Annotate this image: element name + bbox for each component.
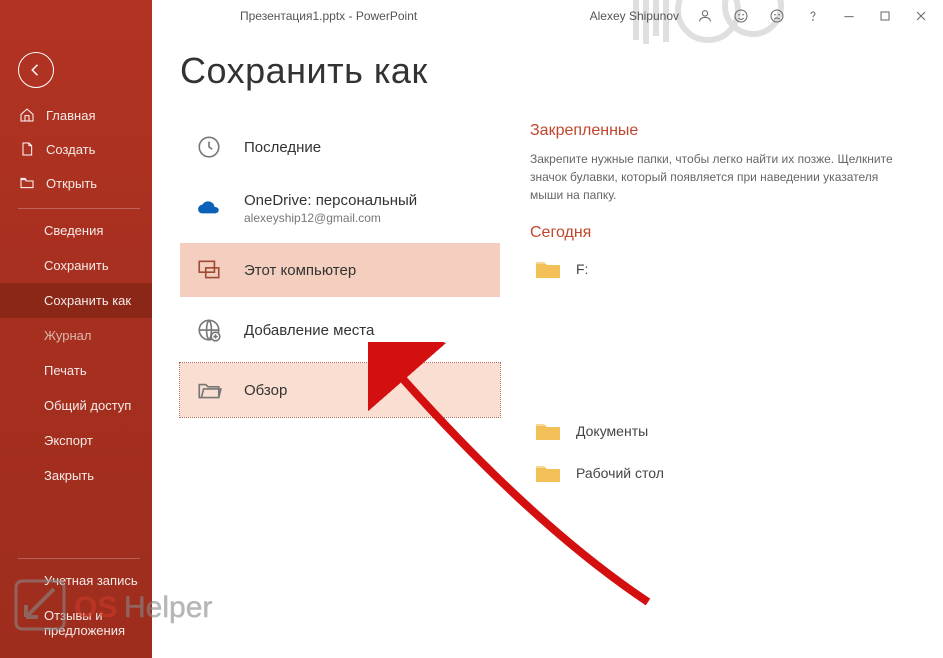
location-recent[interactable]: Последние (180, 120, 500, 174)
folder-label: Рабочий стол (576, 465, 664, 481)
sidebar-item-save[interactable]: Сохранить (0, 248, 152, 283)
sidebar-item-info[interactable]: Сведения (0, 213, 152, 248)
help-icon[interactable] (799, 2, 827, 30)
page-title: Сохранить как (180, 50, 919, 92)
sidebar-item-new[interactable]: Создать (0, 132, 152, 166)
location-this-pc[interactable]: Этот компьютер (180, 243, 500, 297)
folders-column: Закрепленные Закрепите нужные папки, что… (530, 120, 919, 498)
sidebar-item-export[interactable]: Экспорт (0, 423, 152, 458)
location-add-place[interactable]: Добавление места (180, 303, 500, 357)
sidebar-item-label: Открыть (46, 176, 97, 191)
sidebar-item-feedback[interactable]: Отзывы и предложения (0, 598, 152, 648)
location-label: OneDrive: персональный (244, 192, 417, 209)
sidebar-item-close[interactable]: Закрыть (0, 458, 152, 493)
home-icon (18, 106, 36, 124)
location-sublabel: alexeyship12@gmail.com (244, 211, 417, 225)
back-button[interactable] (18, 52, 54, 88)
browse-folder-icon (194, 375, 224, 405)
sidebar-item-label: Создать (46, 142, 95, 157)
onedrive-icon (194, 194, 224, 224)
main-area: Сохранить как Последние OneDrive: персон… (152, 34, 943, 658)
sidebar-item-home[interactable]: Главная (0, 98, 152, 132)
folder-icon (534, 258, 562, 280)
sidebar-divider (18, 208, 140, 209)
close-icon[interactable] (907, 2, 935, 30)
folder-icon (534, 420, 562, 442)
clock-icon (194, 132, 224, 162)
backstage-sidebar: Главная Создать Открыть Сведения Сохрани… (0, 0, 152, 658)
folder-label: Документы (576, 423, 648, 439)
location-label: Последние (244, 139, 321, 156)
sidebar-item-print[interactable]: Печать (0, 353, 152, 388)
maximize-icon[interactable] (871, 2, 899, 30)
folder-item[interactable]: Документы (530, 414, 919, 448)
pinned-desc: Закрепите нужные папки, чтобы легко найт… (530, 150, 900, 204)
minimize-icon[interactable] (835, 2, 863, 30)
today-title: Сегодня (530, 224, 919, 242)
folder-item[interactable]: F: (530, 252, 919, 286)
sidebar-item-share[interactable]: Общий доступ (0, 388, 152, 423)
sidebar-item-open[interactable]: Открыть (0, 166, 152, 200)
open-icon (18, 174, 36, 192)
folder-icon (534, 462, 562, 484)
window-title: Презентация1.pptx - PowerPoint (240, 9, 417, 23)
folder-label: F: (576, 261, 588, 277)
account-icon[interactable] (691, 2, 719, 30)
pinned-title: Закрепленные (530, 122, 919, 140)
locations-column: Последние OneDrive: персональный alexeys… (180, 120, 500, 498)
new-icon (18, 140, 36, 158)
location-onedrive[interactable]: OneDrive: персональный alexeyship12@gmai… (180, 180, 500, 237)
sidebar-item-account[interactable]: Учетная запись (0, 563, 152, 598)
frown-icon[interactable] (763, 2, 791, 30)
this-pc-icon (194, 255, 224, 285)
sidebar-item-label: Главная (46, 108, 95, 123)
sidebar-item-history[interactable]: Журнал (0, 318, 152, 353)
user-name: Alexey Shipunov (590, 9, 679, 23)
location-label: Добавление места (244, 322, 374, 339)
location-label: Обзор (244, 382, 287, 399)
location-browse[interactable]: Обзор (180, 363, 500, 417)
sidebar-item-saveas[interactable]: Сохранить как (0, 283, 152, 318)
smile-icon[interactable] (727, 2, 755, 30)
folder-item[interactable]: Рабочий стол (530, 456, 919, 490)
location-label: Этот компьютер (244, 262, 356, 279)
sidebar-divider (18, 558, 140, 559)
add-place-icon (194, 315, 224, 345)
